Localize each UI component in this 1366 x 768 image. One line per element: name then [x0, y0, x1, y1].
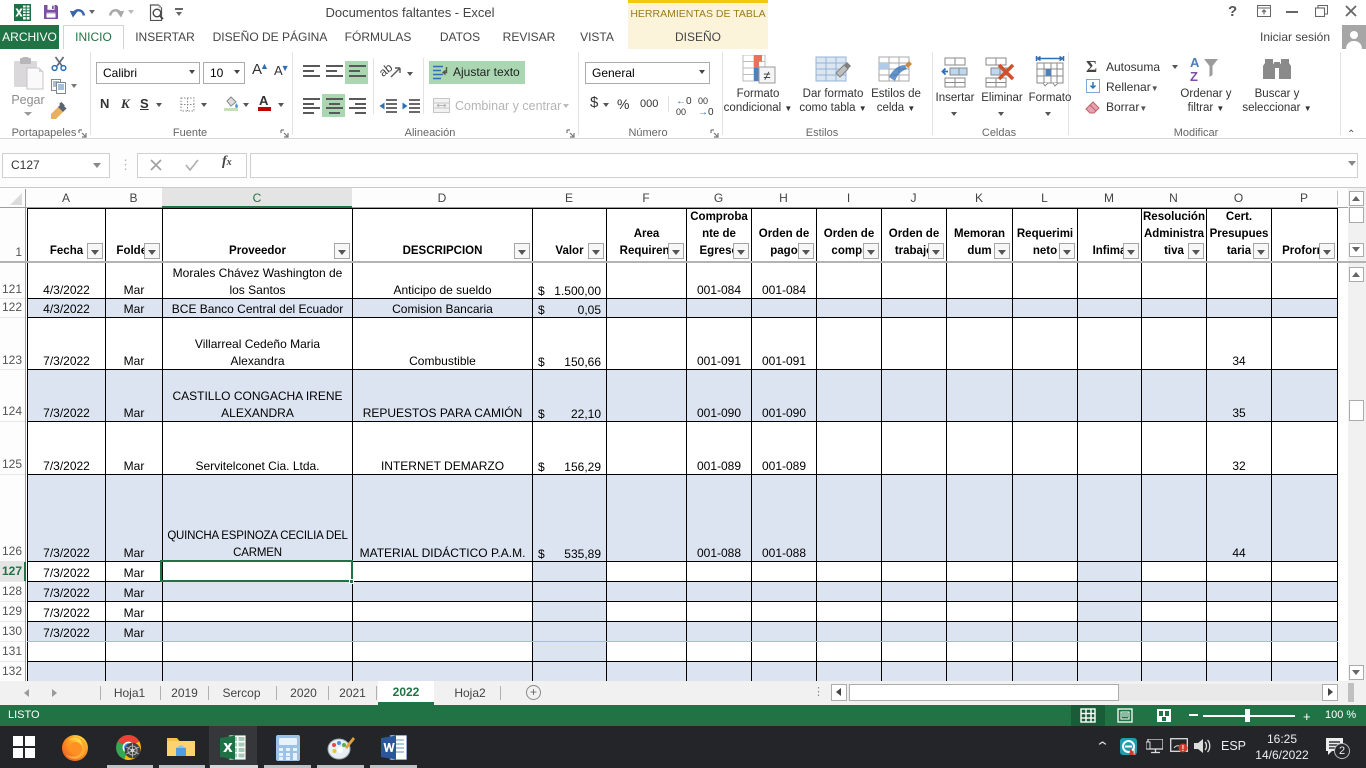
svg-text:!: !: [1182, 744, 1185, 753]
svg-text:!: !: [1133, 750, 1135, 756]
svg-text:≠: ≠: [763, 68, 770, 83]
svg-text:Z: Z: [1190, 69, 1198, 83]
svg-text:A: A: [1190, 55, 1200, 70]
